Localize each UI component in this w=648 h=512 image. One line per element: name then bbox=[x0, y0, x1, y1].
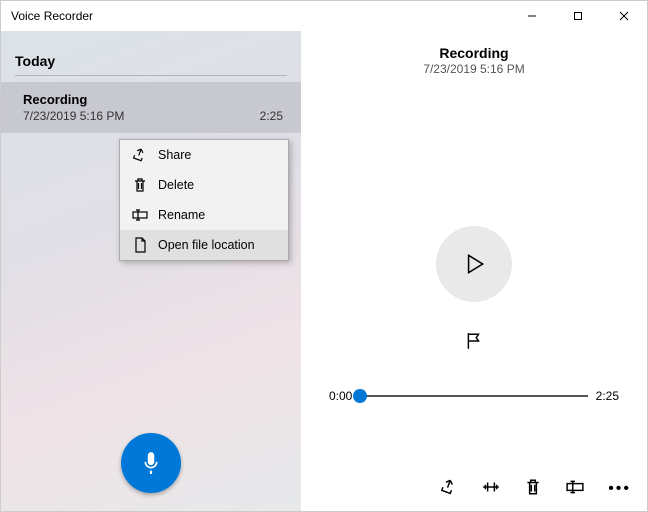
ctx-open-location-label: Open file location bbox=[158, 238, 255, 252]
playback-datetime: 7/23/2019 5:16 PM bbox=[423, 62, 524, 76]
play-button[interactable] bbox=[436, 226, 512, 302]
recording-item[interactable]: Recording 7/23/2019 5:16 PM 2:25 bbox=[1, 82, 301, 133]
maximize-button[interactable] bbox=[555, 1, 601, 31]
close-icon bbox=[619, 11, 629, 21]
timeline-track[interactable] bbox=[360, 395, 587, 397]
playback-header: Recording 7/23/2019 5:16 PM bbox=[423, 45, 524, 76]
file-icon bbox=[132, 237, 148, 253]
ctx-delete[interactable]: Delete bbox=[120, 170, 288, 200]
record-button[interactable] bbox=[121, 433, 181, 493]
recording-item-title: Recording bbox=[23, 92, 283, 107]
ctx-rename[interactable]: Rename bbox=[120, 200, 288, 230]
time-start: 0:00 bbox=[329, 389, 352, 403]
timeline: 0:00 2:25 bbox=[329, 389, 619, 403]
recording-item-subrow: 7/23/2019 5:16 PM 2:25 bbox=[23, 109, 283, 123]
section-divider bbox=[15, 75, 287, 76]
trash-icon bbox=[132, 177, 148, 193]
app-title: Voice Recorder bbox=[1, 9, 509, 23]
titlebar: Voice Recorder bbox=[1, 1, 647, 31]
ctx-open-location[interactable]: Open file location bbox=[120, 230, 288, 260]
share-button[interactable] bbox=[440, 478, 458, 501]
context-menu: Share Delete Rename bbox=[119, 139, 289, 261]
ctx-rename-label: Rename bbox=[158, 208, 205, 222]
ctx-share[interactable]: Share bbox=[120, 140, 288, 170]
recording-item-datetime: 7/23/2019 5:16 PM bbox=[23, 109, 124, 123]
bottom-toolbar: ••• bbox=[440, 478, 631, 501]
flag-icon bbox=[465, 332, 483, 350]
trim-icon bbox=[482, 478, 500, 496]
rename-button[interactable] bbox=[566, 478, 584, 501]
playback-pane: Recording 7/23/2019 5:16 PM 0:00 2:25 bbox=[301, 31, 647, 511]
recording-item-duration: 2:25 bbox=[260, 109, 283, 123]
recordings-pane: Today Recording 7/23/2019 5:16 PM 2:25 S… bbox=[1, 31, 301, 511]
more-button[interactable]: ••• bbox=[608, 480, 631, 500]
app-window: Voice Recorder Today Recording 7/23/2019… bbox=[0, 0, 648, 512]
ellipsis-icon: ••• bbox=[608, 480, 631, 497]
maximize-icon bbox=[573, 11, 583, 21]
play-icon bbox=[461, 251, 487, 277]
minimize-button[interactable] bbox=[509, 1, 555, 31]
rename-icon bbox=[566, 478, 584, 496]
window-controls bbox=[509, 1, 647, 31]
time-end: 2:25 bbox=[596, 389, 619, 403]
trim-button[interactable] bbox=[482, 478, 500, 501]
ctx-delete-label: Delete bbox=[158, 178, 194, 192]
rename-icon bbox=[132, 207, 148, 223]
microphone-icon bbox=[138, 450, 164, 476]
trash-icon bbox=[524, 478, 542, 496]
flag-button[interactable] bbox=[465, 332, 483, 355]
timeline-thumb[interactable] bbox=[353, 389, 367, 403]
minimize-icon bbox=[527, 11, 537, 21]
share-icon bbox=[132, 147, 148, 163]
close-button[interactable] bbox=[601, 1, 647, 31]
delete-button[interactable] bbox=[524, 478, 542, 501]
playback-title: Recording bbox=[423, 45, 524, 61]
section-header-today: Today bbox=[1, 31, 301, 75]
share-icon bbox=[440, 478, 458, 496]
ctx-share-label: Share bbox=[158, 148, 191, 162]
app-body: Today Recording 7/23/2019 5:16 PM 2:25 S… bbox=[1, 31, 647, 511]
